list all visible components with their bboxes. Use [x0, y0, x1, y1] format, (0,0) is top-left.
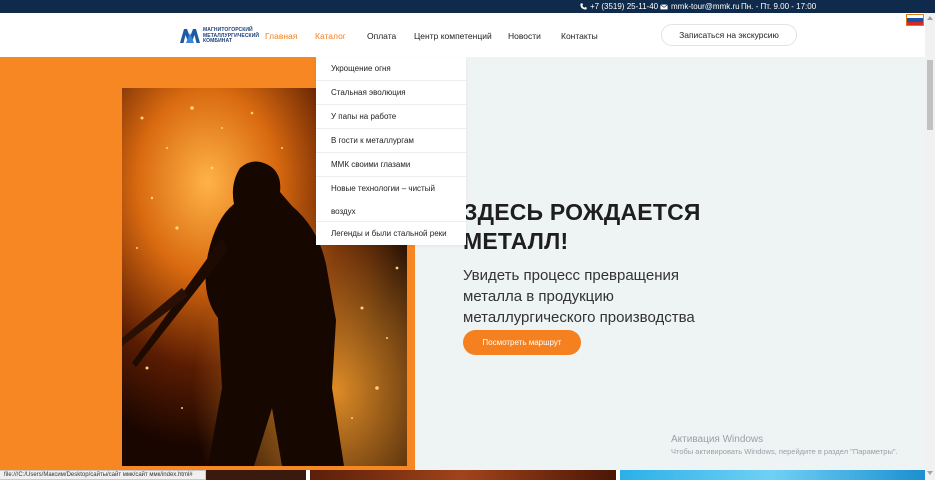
nav-item-home[interactable]: Главная: [265, 31, 297, 41]
next-section-thumbnail: [206, 470, 306, 480]
company-logo[interactable]: МАГНИТОГОРСКИЙ МЕТАЛЛУРГИЧЕСКИЙ КОМБИНАТ: [180, 27, 259, 45]
phone-icon: [580, 3, 587, 10]
windows-activation-title: Активация Windows: [671, 434, 764, 445]
dropdown-item-steel-evolution[interactable]: Стальная эволюция: [316, 81, 466, 105]
hero-headline-line-1: ЗДЕСЬ РОЖДАЕТСЯ: [463, 199, 701, 225]
scroll-up-arrow-icon[interactable]: [927, 16, 933, 20]
nav-item-competence-center[interactable]: Центр компетенций: [414, 31, 492, 41]
dropdown-item-visit-metallurgists[interactable]: В гости к металлургам: [316, 129, 466, 153]
view-route-button[interactable]: Посмотреть маршрут: [463, 330, 581, 355]
next-section-thumbnail: [620, 470, 925, 480]
email-address[interactable]: mmk-tour@mmk.ru: [671, 2, 740, 11]
dropdown-item-taming-fire[interactable]: Укрощение огня: [316, 57, 466, 81]
hero-subline: Увидеть процесс превращения металла в пр…: [463, 267, 695, 326]
dropdown-item-dad-at-work[interactable]: У папы на работе: [316, 105, 466, 129]
nav-item-catalog[interactable]: Каталог: [315, 31, 346, 41]
russian-flag-icon[interactable]: [906, 14, 924, 26]
scroll-down-arrow-icon[interactable]: [927, 471, 933, 475]
top-info-bar: +7 (3519) 25-11-40 mmk-tour@mmk.ru Пн. -…: [0, 0, 935, 13]
hero-headline-line-2: МЕТАЛЛ!: [463, 228, 569, 254]
phone-number[interactable]: +7 (3519) 25-11-40: [590, 2, 658, 11]
dropdown-item-legends-steel-river[interactable]: Легенды и были стальной реки: [316, 222, 466, 245]
page-scrollbar[interactable]: [925, 13, 935, 480]
scrollbar-thumb[interactable]: [927, 60, 933, 130]
hero-headline: ЗДЕСЬ РОЖДАЕТСЯ МЕТАЛЛ!: [463, 198, 701, 256]
browser-status-url: file:///C:/Users/Максим/Desktop/сайты/са…: [0, 470, 206, 480]
catalog-dropdown-menu: Укрощение огня Стальная эволюция У папы …: [316, 57, 466, 245]
nav-item-contacts[interactable]: Контакты: [561, 31, 598, 41]
email-contact[interactable]: mmk-tour@mmk.ru: [660, 2, 740, 11]
working-hours-text: Пн. - Пт. 9.00 - 17:00: [741, 2, 817, 11]
dropdown-item-mmk-own-eyes[interactable]: ММК своими глазами: [316, 153, 466, 177]
book-excursion-button[interactable]: Записаться на экскурсию: [661, 24, 797, 46]
logo-line-3: КОМБИНАТ: [203, 38, 233, 44]
nav-item-payment[interactable]: Оплата: [367, 31, 396, 41]
hero-grey-panel: [415, 57, 925, 470]
dropdown-item-new-technologies[interactable]: Новые технологии – чистый воздух: [316, 177, 466, 222]
windows-activation-subtitle: Чтобы активировать Windows, перейдите в …: [671, 447, 898, 456]
envelope-icon: [660, 3, 668, 9]
phone-contact[interactable]: +7 (3519) 25-11-40: [580, 2, 658, 11]
working-hours: Пн. - Пт. 9.00 - 17:00: [741, 2, 816, 11]
next-section-thumbnail: [310, 470, 616, 480]
nav-item-news[interactable]: Новости: [508, 31, 541, 41]
mmk-logo-icon: [180, 29, 200, 44]
